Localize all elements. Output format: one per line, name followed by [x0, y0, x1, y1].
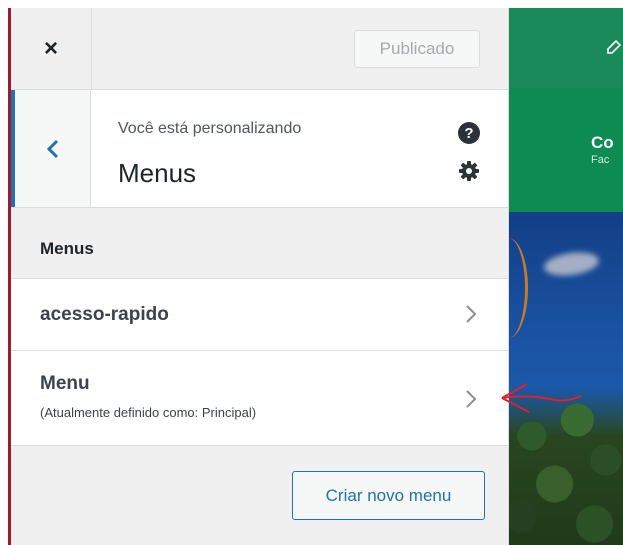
help-icon[interactable]: ? [458, 122, 480, 144]
customizing-label: Você está personalizando [118, 120, 302, 137]
chevron-left-icon [46, 139, 58, 158]
panel-title: Menus [118, 158, 197, 188]
menu-item-location: (Atualmente definido como: Principal) [40, 405, 257, 420]
menu-list: acesso-rapido Menu (Atualmente definido … [11, 278, 508, 446]
chevron-right-icon [466, 305, 477, 323]
section-title: Menus [40, 239, 94, 258]
close-icon: × [43, 34, 58, 62]
chevron-right-icon [466, 390, 477, 408]
menu-item-acesso-rapido[interactable]: acesso-rapido [11, 279, 508, 351]
annotation-arrow [501, 383, 582, 413]
preview-site-subtitle: Fac [591, 154, 610, 166]
menu-item-name: acesso-rapido [40, 304, 169, 325]
preview-site-band: Co Fac [509, 88, 623, 212]
back-button[interactable] [11, 90, 91, 207]
preview-header [509, 8, 623, 88]
preview-site-title: Co [591, 133, 614, 152]
publish-button[interactable]: Publicado [354, 30, 480, 68]
menu-item-menu[interactable]: Menu (Atualmente definido como: Principa… [11, 351, 508, 446]
customizer-header: × Publicado [11, 8, 508, 90]
create-menu-button[interactable]: Criar novo menu [292, 471, 485, 520]
site-preview: Co Fac [509, 8, 623, 545]
close-button[interactable]: × [11, 8, 92, 89]
customizing-panel: Você está personalizando Menus ? [11, 90, 508, 208]
pencil-icon [607, 39, 622, 54]
gear-icon[interactable] [459, 161, 479, 181]
menu-item-name: Menu [40, 373, 90, 394]
customizer-sidebar: × Publicado Você está personalizando Men… [11, 8, 509, 545]
